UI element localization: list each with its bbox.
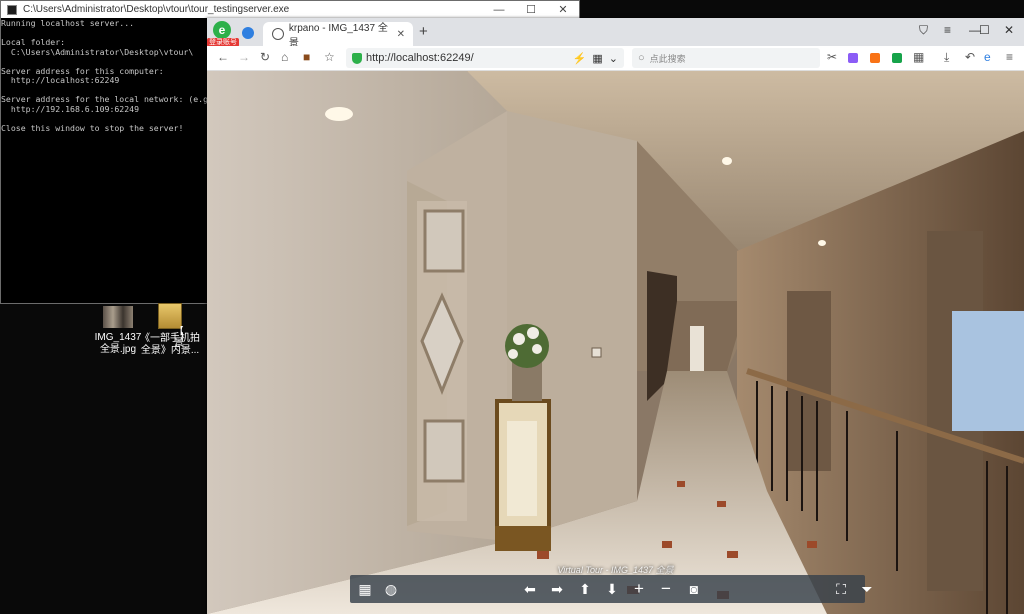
address-bar[interactable]: http://localhost:62249/ ⚡ ▦ ⌄ [346, 48, 624, 68]
globe-icon [272, 28, 284, 40]
zoom-out-icon[interactable]: − [657, 580, 675, 598]
ie-icon[interactable]: e [984, 50, 991, 64]
desktop-icon-partial[interactable]: 【 景 [174, 326, 206, 350]
back-icon[interactable]: ← [217, 50, 229, 64]
fullscreen-icon[interactable]: ⛶ [832, 580, 850, 598]
hide-bar-icon[interactable]: ⏷ [858, 580, 876, 598]
panorama-viewer[interactable]: Virtual Tour - IMG_1437 全景 ▦ ◍ ⬅ ➡ ⬆ ⬇ +… [207, 71, 1024, 614]
pano-control-bar: ▦ ◍ ⬅ ➡ ⬆ ⬇ + − ◙ ⛶ ⏷ [350, 575, 873, 603]
desktop: C:\Users\Administrator\Desktop\vtour\tou… [0, 0, 1024, 614]
browser-toolbar: ← → ↻ ⌂ ■ ☆ http://localhost:62249/ ⚡ ▦ … [207, 46, 1024, 71]
arrow-left-icon[interactable]: ⬅ [521, 580, 539, 598]
console-close-button[interactable]: ✕ [547, 3, 579, 16]
thumbnails-grid-icon[interactable]: ▦ [356, 580, 374, 598]
more-menu-icon[interactable]: ≡ [1006, 50, 1013, 64]
panorama-image [207, 71, 1024, 614]
extension-green-icon[interactable] [892, 53, 902, 63]
vr-goggles-icon[interactable]: ◙ [680, 580, 708, 598]
undo-icon[interactable]: ↶ [965, 50, 975, 64]
arrow-right-icon[interactable]: ➡ [548, 580, 566, 598]
zoom-in-icon[interactable]: + [630, 580, 648, 598]
tab-krpano[interactable]: krpano - IMG_1437 全景 ✕ [263, 22, 413, 49]
console-line: C:\Users\Administrator\Desktop\vtour\ [1, 46, 194, 57]
search-placeholder: 点此搜索 [649, 53, 686, 64]
apps-grid-icon[interactable]: ▦ [913, 50, 924, 64]
maximize-button[interactable]: ☐ [979, 23, 990, 37]
extension-orange-icon[interactable] [870, 53, 880, 63]
console-titlebar[interactable]: C:\Users\Administrator\Desktop\vtour\tou… [1, 1, 579, 18]
arrow-down-icon[interactable]: ⬇ [603, 580, 621, 598]
close-button[interactable]: ✕ [1004, 23, 1014, 37]
tab-close-icon[interactable]: ✕ [397, 29, 405, 40]
menu-icon[interactable]: ≡ [944, 23, 951, 37]
console-maximize-button[interactable]: ☐ [515, 3, 547, 16]
extension-purple-icon[interactable] [848, 53, 858, 63]
browser-window[interactable]: e 登录账号 krpano - IMG_1437 全景 ✕ + ⛉ ≡ — ☐ … [207, 18, 1024, 614]
shirt-icon[interactable]: ⛉ [919, 23, 928, 38]
console-line: Server address for the local network: (e… [1, 94, 213, 104]
tab-title: krpano - IMG_1437 全景 [288, 23, 388, 49]
console-line: Running localhost server... [1, 18, 135, 28]
console-app-icon [7, 4, 17, 15]
reload-icon[interactable]: ↻ [260, 50, 270, 64]
image-file-icon [103, 306, 133, 328]
console-line: Local folder: [1, 37, 66, 47]
forward-icon[interactable]: → [238, 50, 250, 64]
desktop-icon-label: 【 景 [174, 326, 184, 349]
download-icon[interactable]: ⤓ [944, 50, 949, 65]
console-line: http://192.168.6.109:62249 [1, 103, 140, 114]
lightning-icon[interactable]: ⚡ [573, 52, 587, 65]
star-icon[interactable]: ☆ [324, 50, 335, 64]
console-line: Server address for this computer: [1, 65, 164, 76]
browser-logo-icon[interactable]: e [213, 21, 231, 39]
search-input[interactable]: ○ 点此搜索 [632, 48, 820, 68]
wallet-icon[interactable]: ■ [303, 50, 310, 64]
tab-bar: e 登录账号 krpano - IMG_1437 全景 ✕ + ⛉ ≡ — ☐ … [207, 18, 1024, 49]
address-text: http://localhost:62249/ [366, 52, 474, 64]
console-title: C:\Users\Administrator\Desktop\vtour\tou… [23, 4, 290, 15]
console-line: http://localhost:62249 [1, 75, 120, 85]
grid-icon[interactable]: ▦ [592, 52, 602, 65]
arrow-up-icon[interactable]: ⬆ [576, 580, 594, 598]
shortcut-icon[interactable] [242, 27, 254, 39]
globe-icon[interactable]: ◍ [382, 580, 400, 598]
home-icon[interactable]: ⌂ [281, 50, 288, 64]
console-line: Close this window to stop the server! [1, 122, 184, 133]
console-minimize-button[interactable]: — [483, 4, 515, 16]
search-icon: ○ [638, 52, 645, 64]
new-tab-button[interactable]: + [419, 23, 428, 40]
scissors-icon[interactable]: ✂ [827, 50, 837, 64]
chevron-down-icon[interactable]: ⌄ [609, 52, 618, 65]
secure-shield-icon [352, 52, 362, 64]
